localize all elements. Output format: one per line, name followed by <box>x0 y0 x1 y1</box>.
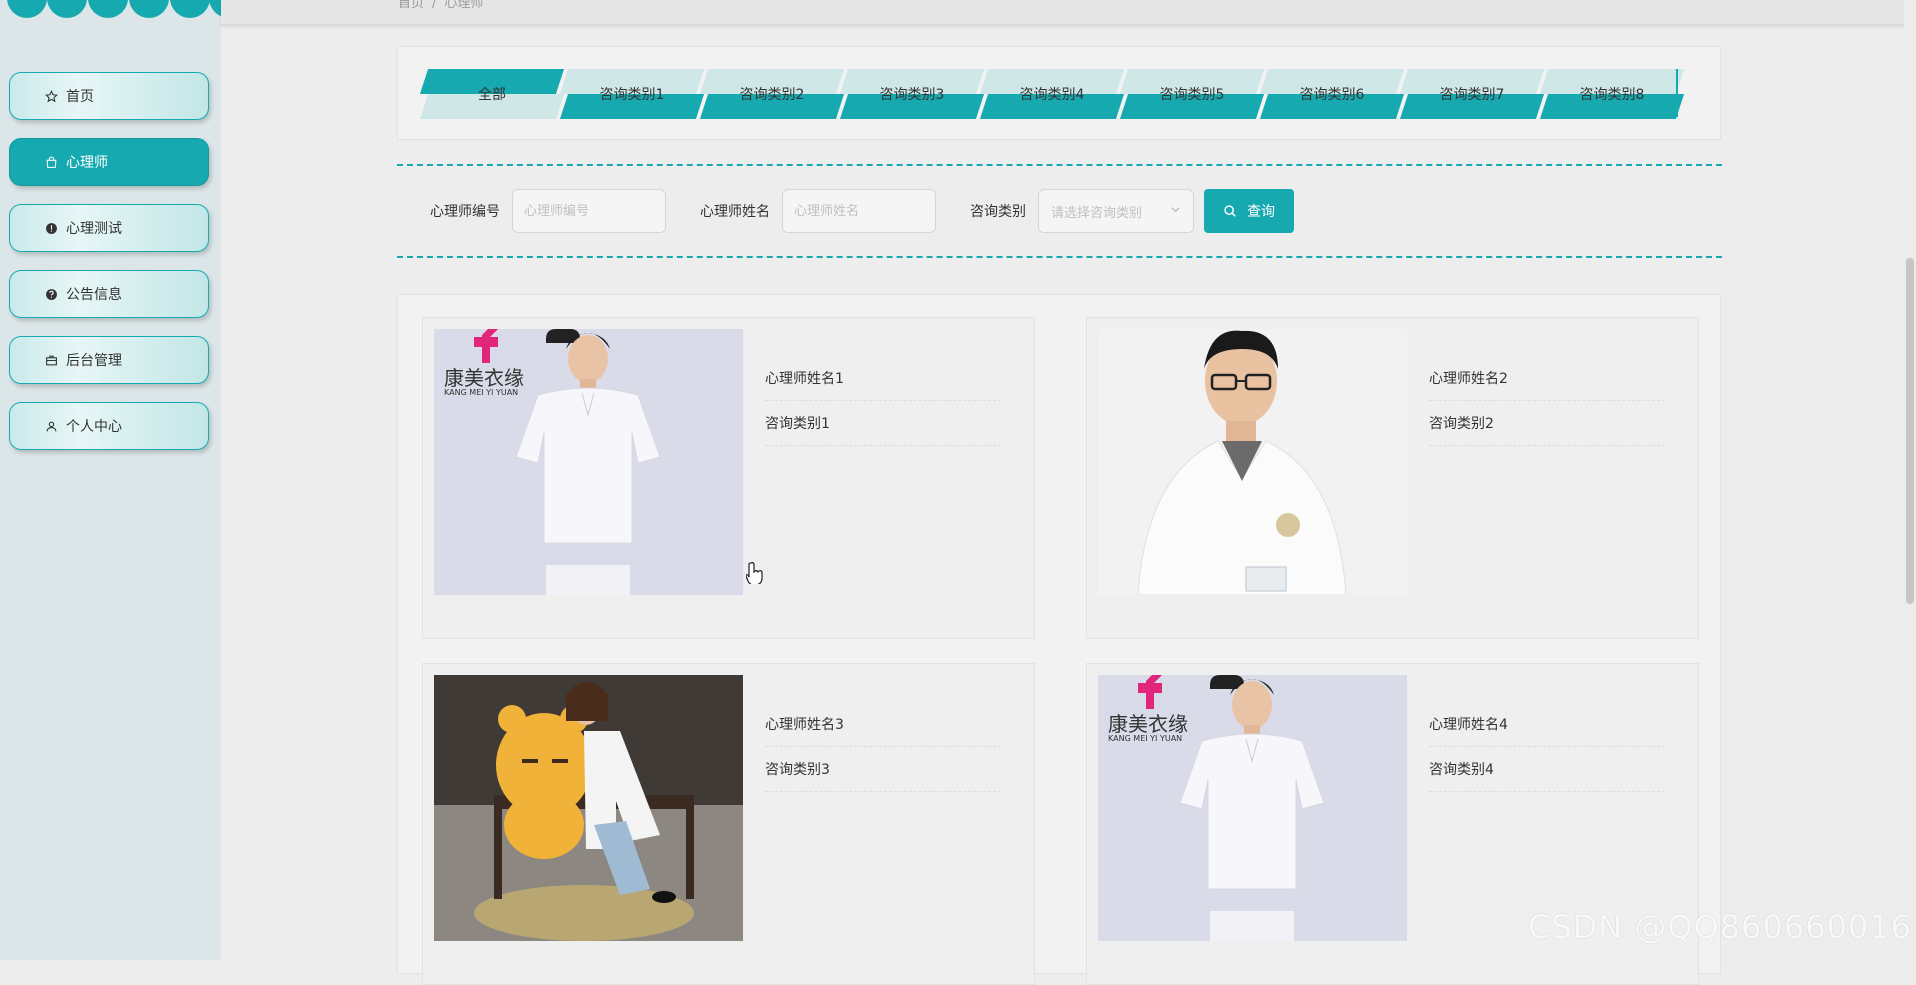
tab-category-7[interactable]: 咨询类别7 <box>1399 69 1545 119</box>
sidebar-item-psychologist[interactable]: 心理师 <box>9 138 209 186</box>
psychologist-name-label: 心理师姓名 <box>700 204 770 220</box>
category-tab-panel: 全部 咨询类别1 咨询类别2 咨询类别3 咨询类别4 咨询类别5 咨询类别6 咨… <box>397 46 1721 140</box>
psychologist-info: 心理师姓名2 咨询类别2 <box>1429 356 1665 446</box>
tab-category-3[interactable]: 咨询类别3 <box>839 69 985 119</box>
tab-label: 咨询类别8 <box>1579 87 1645 103</box>
sidebar-scallop-decoration <box>0 0 221 22</box>
tab-category-8[interactable]: 咨询类别8 <box>1539 69 1685 119</box>
svg-text:KANG MEI YI YUAN: KANG MEI YI YUAN <box>444 388 518 397</box>
category-select[interactable]: 请选择咨询类别 <box>1038 189 1194 233</box>
breadcrumb-separator: / <box>432 0 437 11</box>
svg-text:康美衣缘: 康美衣缘 <box>1108 712 1188 736</box>
tab-label: 全部 <box>478 87 506 103</box>
sidebar: 首页 心理师 心理测试 公告信息 后台管理 个人中心 <box>0 0 221 960</box>
psychologist-card[interactable]: 心理师姓名2 咨询类别2 <box>1086 317 1699 639</box>
tab-category-1[interactable]: 咨询类别1 <box>559 69 705 119</box>
search-bar: 心理师编号 心理师姓名 咨询类别 请选择咨询类别 查询 <box>397 164 1722 258</box>
svg-text:KANG MEI YI YUAN: KANG MEI YI YUAN <box>1108 734 1182 743</box>
tab-label: 咨询类别3 <box>879 87 945 103</box>
category-label: 咨询类别 <box>970 204 1026 220</box>
tab-label: 咨询类别7 <box>1439 87 1505 103</box>
psychologist-list: 康美衣缘 KANG MEI YI YUAN 心理师姓名1 咨询类别1 心理师姓名… <box>397 294 1721 985</box>
sidebar-menu: 首页 心理师 心理测试 公告信息 后台管理 个人中心 <box>9 72 209 468</box>
breadcrumb: 首页 / 心理师 <box>398 0 483 11</box>
briefcase-icon <box>44 353 58 367</box>
tab-label: 咨询类别5 <box>1159 87 1225 103</box>
tab-category-6[interactable]: 咨询类别6 <box>1259 69 1405 119</box>
psychologist-name: 心理师姓名1 <box>765 356 1001 401</box>
tab-category-5[interactable]: 咨询类别5 <box>1119 69 1265 119</box>
sidebar-item-label: 公告信息 <box>66 287 122 303</box>
query-button[interactable]: 查询 <box>1204 189 1294 233</box>
sidebar-item-label: 个人中心 <box>66 419 122 435</box>
alert-circle-icon <box>44 221 58 235</box>
tab-category-2[interactable]: 咨询类别2 <box>699 69 845 119</box>
question-circle-icon <box>44 287 58 301</box>
psychologist-photo[interactable]: 康美衣缘 KANG MEI YI YUAN <box>434 329 743 595</box>
psychologist-card[interactable]: 心理师姓名3 咨询类别3 <box>422 663 1035 985</box>
psychologist-category: 咨询类别3 <box>765 747 1001 792</box>
tab-label: 咨询类别6 <box>1299 87 1365 103</box>
tab-category-4[interactable]: 咨询类别4 <box>979 69 1125 119</box>
sidebar-item-profile[interactable]: 个人中心 <box>9 402 209 450</box>
psychologist-name-input[interactable] <box>782 189 936 233</box>
user-icon <box>44 419 58 433</box>
sidebar-item-admin[interactable]: 后台管理 <box>9 336 209 384</box>
psychologist-name: 心理师姓名2 <box>1429 356 1665 401</box>
star-icon <box>44 89 58 103</box>
psychologist-category: 咨询类别4 <box>1429 747 1665 792</box>
tab-all[interactable]: 全部 <box>419 69 565 119</box>
chevron-down-icon <box>1170 204 1181 218</box>
tab-label: 咨询类别1 <box>599 87 665 103</box>
psychologist-card[interactable]: 康美衣缘 KANG MEI YI YUAN 心理师姓名1 咨询类别1 <box>422 317 1035 639</box>
psychologist-id-label: 心理师编号 <box>430 204 500 220</box>
psychologist-category: 咨询类别2 <box>1429 401 1665 446</box>
breadcrumb-home[interactable]: 首页 <box>398 0 424 11</box>
psychologist-photo[interactable] <box>1098 329 1407 595</box>
psychologist-photo[interactable]: 康美衣缘 KANG MEI YI YUAN <box>1098 675 1407 941</box>
bag-icon <box>44 155 58 169</box>
sidebar-item-label: 心理测试 <box>66 221 122 237</box>
sidebar-item-psych-test[interactable]: 心理测试 <box>9 204 209 252</box>
scrollbar-thumb[interactable] <box>1906 258 1914 604</box>
page-scrollbar[interactable] <box>1904 0 1916 960</box>
query-button-label: 查询 <box>1247 204 1275 220</box>
psychologist-info: 心理师姓名3 咨询类别3 <box>765 702 1001 792</box>
sidebar-item-label: 心理师 <box>66 155 108 171</box>
sidebar-item-announcements[interactable]: 公告信息 <box>9 270 209 318</box>
tab-end-divider <box>1676 69 1678 117</box>
psychologist-info: 心理师姓名4 咨询类别4 <box>1429 702 1665 792</box>
psychologist-category: 咨询类别1 <box>765 401 1001 446</box>
psychologist-id-input[interactable] <box>512 189 666 233</box>
psychologist-info: 心理师姓名1 咨询类别1 <box>765 356 1001 446</box>
breadcrumb-current: 心理师 <box>444 0 484 11</box>
csdn-watermark: CSDN @QQ860660016 <box>1527 908 1912 946</box>
tab-label: 咨询类别4 <box>1019 87 1085 103</box>
svg-text:康美衣缘: 康美衣缘 <box>444 366 524 390</box>
sidebar-item-home[interactable]: 首页 <box>9 72 209 120</box>
search-icon <box>1223 204 1237 218</box>
psychologist-photo[interactable] <box>434 675 743 941</box>
hand-cursor-icon <box>745 562 764 588</box>
sidebar-item-label: 后台管理 <box>66 353 122 369</box>
psychologist-name: 心理师姓名4 <box>1429 702 1665 747</box>
sidebar-item-label: 首页 <box>66 89 94 105</box>
tab-label: 咨询类别2 <box>739 87 805 103</box>
psychologist-name: 心理师姓名3 <box>765 702 1001 747</box>
category-select-placeholder: 请选择咨询类别 <box>1051 205 1143 221</box>
